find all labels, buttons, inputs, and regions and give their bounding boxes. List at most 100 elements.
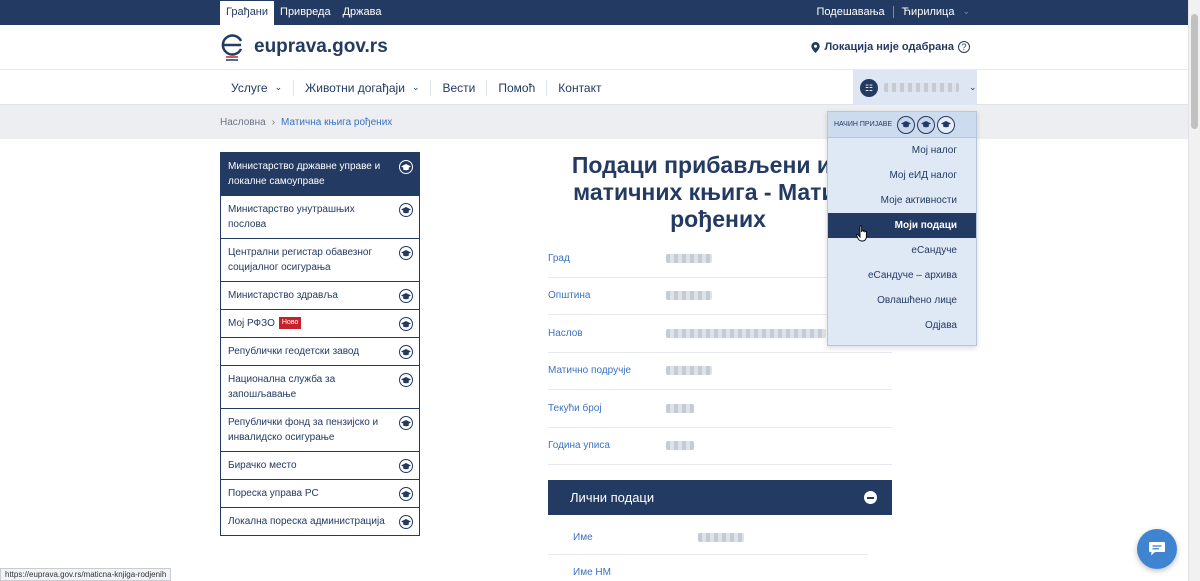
mortarboard-icon [399, 317, 413, 331]
chevron-down-icon[interactable]: ⌄ [962, 6, 970, 18]
menu-item-logout[interactable]: Одјава [828, 313, 976, 338]
institutions-sidebar: Министарство државне управе и локалне са… [220, 152, 420, 536]
divider [892, 6, 894, 18]
sidebar-item-interior-ministry[interactable]: Министарство унутрашњих послова [221, 196, 419, 239]
settings-link[interactable]: Подешавања [817, 6, 885, 18]
sidebar-item-label: Министарство здравља [228, 290, 338, 301]
tab-business[interactable]: Привреда [274, 1, 337, 25]
menu-item-e-inbox-archive[interactable]: еСандуче – архива [828, 263, 976, 288]
chat-bubble-icon [1149, 542, 1165, 556]
site-header: euprava.gov.rs Локација није одабрана ? [0, 25, 1188, 70]
page-scrollbar[interactable] [1188, 0, 1200, 581]
sidebar-item-label: Републички фонд за пензијско и инвалидск… [228, 417, 379, 443]
collapse-icon[interactable] [864, 491, 877, 504]
sidebar-item-polling-station[interactable]: Бирачко место [221, 452, 419, 480]
breadcrumb-bar: Насловна › Матична књига рођених [0, 105, 1188, 139]
nav-item-label: Вести [442, 80, 476, 95]
detail-label: Година уписа [548, 440, 610, 452]
sidebar-item-employment-service[interactable]: Национална служба за запошљавање [221, 366, 419, 409]
nav-item-help[interactable]: Помоћ [487, 79, 548, 96]
location-label: Локација није одабрана [824, 41, 954, 53]
redacted-value [666, 403, 694, 413]
sidebar-item-label: Републички геодетски завод [228, 346, 360, 357]
menu-item-my-eid-account[interactable]: Мој еИД налог [828, 163, 976, 188]
audience-tabs: Грађани Привреда Држава [220, 1, 387, 25]
tab-citizens[interactable]: Грађани [220, 1, 275, 25]
location-selector[interactable]: Локација није одабрана ? [811, 41, 970, 53]
menu-item-authorized-person[interactable]: Овлашћено лице [828, 288, 976, 313]
detail-row-first-name: Име [548, 520, 868, 555]
mortarboard-icon [399, 345, 413, 359]
detail-row-first-name-nm: Име НМ [548, 555, 868, 581]
sidebar-item-label: Мој РФЗО [228, 318, 275, 329]
section-title: Лични подаци [570, 490, 655, 505]
scrollbar-thumb[interactable] [1191, 14, 1198, 129]
menu-item-my-data[interactable]: Моји подаци [828, 213, 976, 238]
map-pin-icon [811, 41, 821, 53]
mortarboard-icon [399, 416, 413, 430]
sidebar-item-ministry-public-admin[interactable]: Министарство државне управе и локалне са… [221, 153, 419, 196]
login-level-3-icon[interactable] [937, 115, 956, 134]
sidebar-item-my-rfzo[interactable]: Мој РФЗО Ново [221, 310, 419, 338]
breadcrumb-current[interactable]: Матична књига рођених [281, 117, 392, 128]
redacted-value [698, 532, 744, 542]
sidebar-item-label: Централни регистар обавезног социјалног … [228, 247, 373, 273]
nav-item-news[interactable]: Вести [431, 79, 488, 96]
detail-label: Име [573, 531, 593, 543]
sidebar-item-label: Министарство државне управе и локалне са… [228, 161, 381, 187]
chevron-down-icon: ⌄ [274, 82, 283, 92]
mortarboard-icon [399, 459, 413, 473]
sidebar-item-local-tax-administration[interactable]: Локална пореска администрација [221, 508, 419, 535]
login-level-1-icon[interactable] [897, 115, 916, 134]
sidebar-item-pension-fund[interactable]: Републички фонд за пензијско и инвалидск… [221, 409, 419, 452]
site-logo[interactable]: euprava.gov.rs [220, 32, 388, 62]
nav-item-contact[interactable]: Контакт [547, 80, 612, 96]
nav-items: Услуге ⌄ Животни догађаји ⌄ Вести Помоћ … [220, 70, 613, 105]
menu-item-my-activities[interactable]: Моје активности [828, 188, 976, 213]
breadcrumb: Насловна › Матична књига рођених [220, 117, 392, 128]
sidebar-item-label: Пореска управа РС [228, 488, 319, 499]
script-selector[interactable]: Ћирилица [902, 6, 955, 18]
tab-state[interactable]: Држава [337, 1, 388, 25]
breadcrumb-separator: › [271, 117, 276, 128]
personal-data-section-header[interactable]: Лични подаци [548, 480, 892, 515]
menu-item-my-account[interactable]: Мој налог [828, 138, 976, 163]
personal-data-details: Име Име НМ [548, 520, 892, 581]
redacted-value [666, 253, 712, 263]
redacted-value [666, 366, 712, 376]
mortarboard-icon [399, 289, 413, 303]
nav-item-label: Животни догађаји [305, 80, 405, 95]
menu-item-e-inbox[interactable]: еСандуче [828, 238, 976, 263]
user-card-icon: ☷ [860, 78, 878, 97]
sidebar-item-tax-administration[interactable]: Пореска управа РС [221, 480, 419, 508]
login-level-2-icon[interactable] [917, 115, 936, 134]
mortarboard-icon [399, 160, 413, 174]
detail-label: Град [548, 252, 570, 264]
help-icon[interactable]: ? [958, 41, 970, 53]
nav-item-services[interactable]: Услуге ⌄ [220, 79, 295, 96]
chevron-down-icon: ⌄ [411, 82, 420, 92]
hand-cursor-icon [856, 225, 867, 242]
nav-item-label: Контакт [558, 80, 602, 95]
user-menu-button[interactable]: ☷ ⌄ [853, 70, 977, 105]
top-bar-right: Подешавања Ћирилица ⌄ [817, 6, 970, 18]
redacted-value [666, 328, 826, 338]
redacted-value [666, 291, 712, 301]
chevron-down-icon: ⌄ [969, 82, 977, 92]
sidebar-item-health-ministry[interactable]: Министарство здравља [221, 282, 419, 310]
user-name-redacted [884, 83, 959, 92]
sidebar-item-geodetic-authority[interactable]: Републички геодетски завод [221, 338, 419, 366]
sidebar-item-label: Министарство унутрашњих послова [228, 204, 355, 230]
euprava-logo-icon [221, 34, 243, 61]
nav-item-life-events[interactable]: Животни догађаји ⌄ [294, 79, 432, 96]
detail-label: Матично подручје [548, 365, 632, 377]
nav-item-label: Услуге [231, 80, 268, 95]
status-bar-url: https://euprava.gov.rs/maticna-knjiga-ro… [0, 568, 172, 581]
detail-label: Текући број [548, 402, 602, 414]
sidebar-item-social-insurance-registry[interactable]: Централни регистар обавезног социјалног … [221, 239, 419, 282]
sidebar-item-text: Мој РФЗО Ново [228, 316, 399, 331]
detail-label: Име НМ [573, 566, 611, 578]
breadcrumb-home[interactable]: Насловна [220, 117, 266, 128]
redacted-value [666, 441, 694, 451]
chat-button[interactable] [1137, 529, 1177, 569]
